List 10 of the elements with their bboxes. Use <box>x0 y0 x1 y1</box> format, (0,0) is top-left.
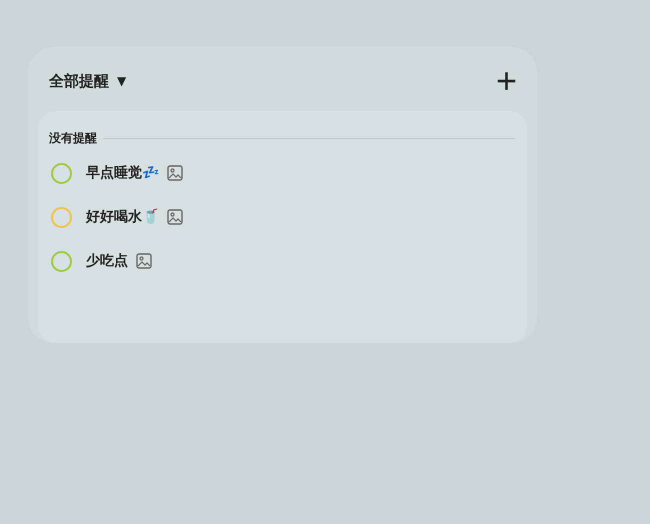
reminder-checkbox[interactable] <box>51 206 72 228</box>
reminder-checkbox[interactable] <box>51 250 72 272</box>
add-button[interactable]: + <box>496 66 517 96</box>
reminder-checkbox[interactable] <box>51 162 72 184</box>
section-title: 没有提醒 <box>49 130 97 147</box>
reminder-text[interactable]: 少吃点 <box>86 250 128 272</box>
reminder-text[interactable]: 好好喝水🥤 <box>86 206 159 228</box>
dropdown-button[interactable]: ▼ <box>109 72 126 90</box>
reminder-text[interactable]: 早点睡觉💤 <box>86 162 159 184</box>
list-title: 全部提醒 <box>49 70 109 92</box>
